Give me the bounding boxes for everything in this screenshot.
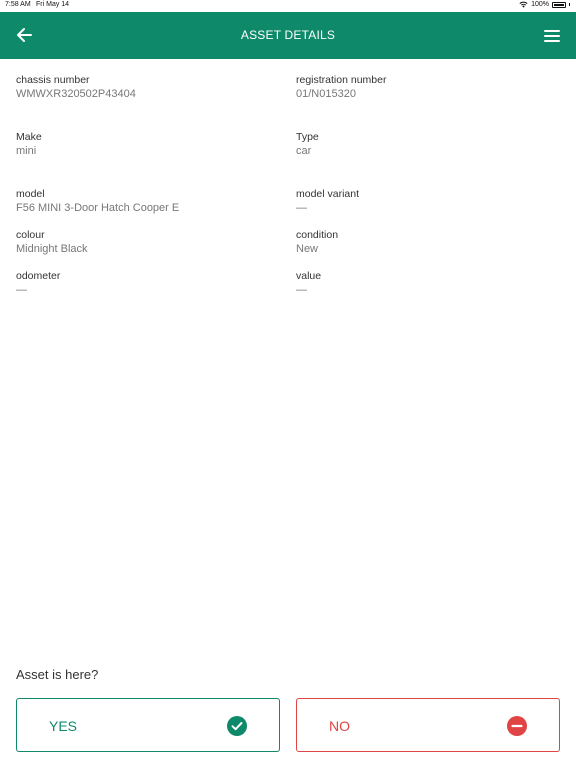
status-date: Fri May 14: [36, 1, 70, 8]
yes-button-label: YES: [49, 718, 78, 734]
field-value: —: [296, 284, 307, 296]
field-type: Type car: [296, 131, 556, 158]
status-time: 7:58 AM: [5, 1, 31, 8]
field-value-amount: value —: [296, 270, 556, 297]
field-chassis-number: chassis number WMWXR320502P43404: [16, 74, 276, 101]
app-bar: ASSET DETAILS: [0, 12, 576, 59]
field-label: model variant: [296, 188, 360, 200]
field-value: mini: [16, 145, 37, 157]
status-right: 100%: [519, 1, 570, 8]
page-title: ASSET DETAILS: [240, 28, 336, 42]
field-value: F56 MINI 3-Door Hatch Cooper E: [16, 202, 180, 214]
field-label: colour: [16, 229, 45, 241]
battery-percent: 100%: [531, 1, 549, 8]
field-value: Midnight Black: [16, 243, 88, 255]
battery-tip: [569, 3, 570, 6]
asset-question: Asset is here?: [16, 667, 99, 682]
status-bar: 7:58 AM Fri May 14 100%: [0, 0, 576, 12]
field-label: odometer: [16, 270, 61, 282]
arrow-left-icon[interactable]: [14, 25, 34, 45]
field-make: Make mini: [16, 131, 276, 158]
field-value: —: [16, 284, 27, 296]
field-value: New: [296, 243, 319, 255]
wifi-icon: [519, 1, 528, 8]
field-condition: condition New: [296, 229, 556, 256]
field-colour: colour Midnight Black: [16, 229, 276, 256]
field-odometer: odometer —: [16, 270, 276, 297]
field-model-variant: model variant —: [296, 188, 556, 215]
yes-button[interactable]: YES: [16, 698, 280, 752]
field-value: car: [296, 145, 312, 157]
hamburger-menu-icon[interactable]: [542, 26, 562, 46]
minus-circle-icon: [507, 716, 527, 736]
field-label: registration number: [296, 74, 387, 86]
field-label: model: [16, 188, 45, 200]
battery-icon: [552, 1, 566, 8]
field-value: —: [296, 202, 307, 214]
field-model: model F56 MINI 3-Door Hatch Cooper E: [16, 188, 276, 215]
no-button-label: NO: [329, 718, 350, 734]
field-label: Make: [16, 131, 42, 143]
field-value: WMWXR320502P43404: [16, 88, 136, 100]
field-label: chassis number: [16, 74, 90, 86]
field-label: Type: [296, 131, 319, 143]
field-label: condition: [296, 229, 339, 241]
field-registration-number: registration number 01/N015320: [296, 74, 556, 101]
field-label: value: [296, 270, 322, 282]
check-circle-icon: [227, 716, 247, 736]
field-value: 01/N015320: [296, 88, 356, 100]
no-button[interactable]: NO: [296, 698, 560, 752]
